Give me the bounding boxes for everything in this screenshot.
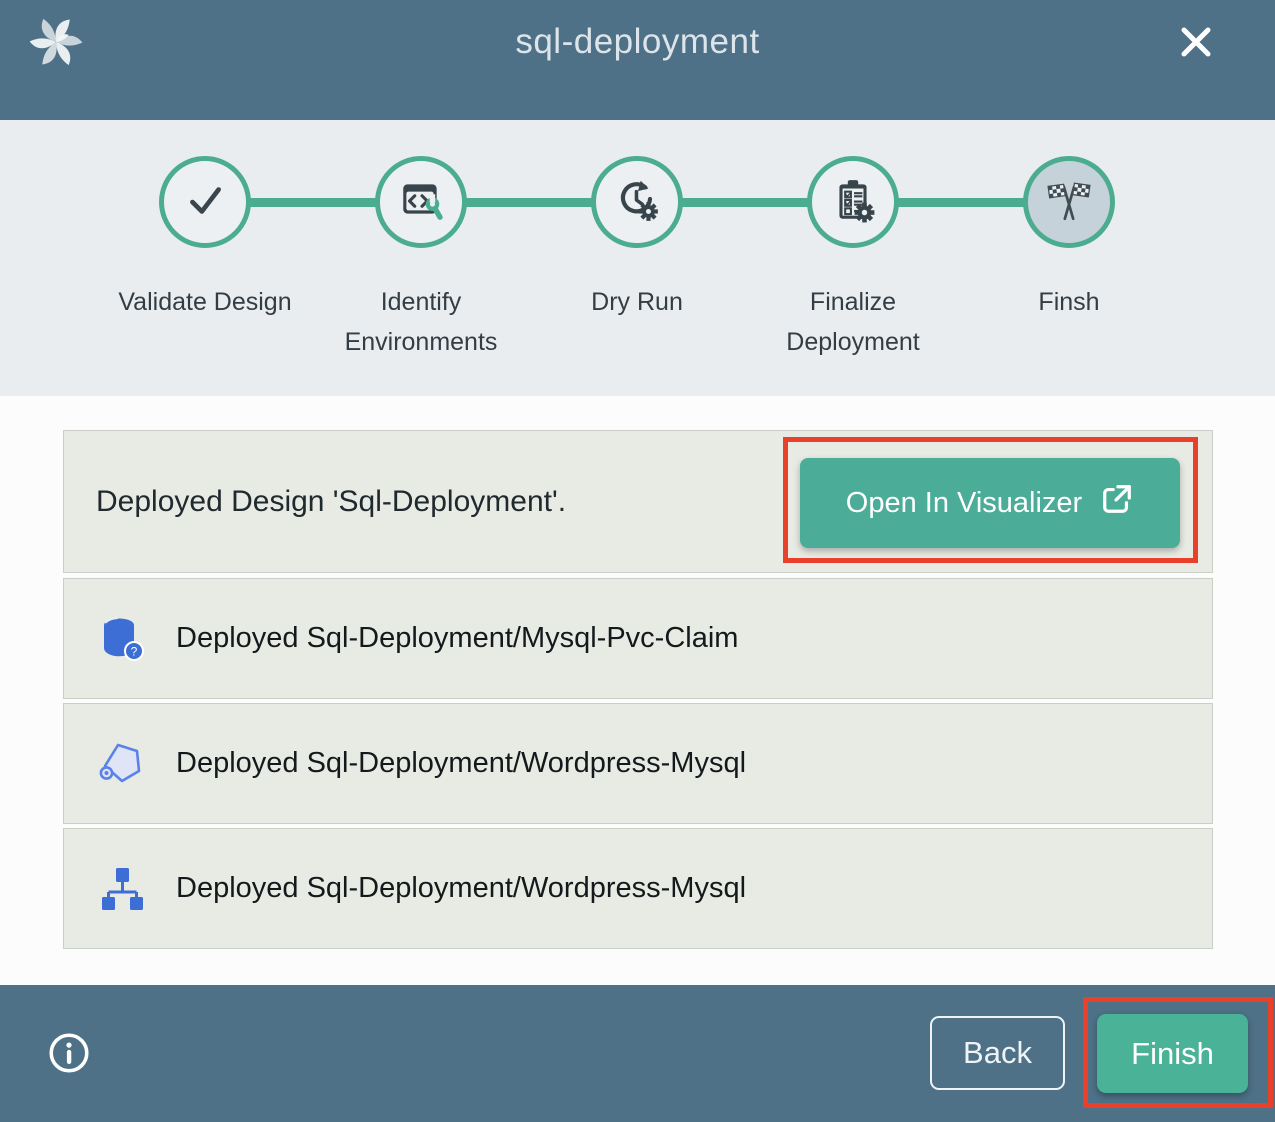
step-finalize-deployment[interactable] — [807, 156, 899, 248]
dry-run-icon — [613, 176, 661, 229]
step-identify-environments[interactable] — [375, 156, 467, 248]
modal-header: sql-deployment — [0, 0, 1275, 120]
step-connector — [893, 198, 1029, 207]
deployed-item-row: Deployed Sql-Deployment/Wordpress-Mysql — [63, 703, 1213, 824]
modal-footer: Back Finish — [0, 985, 1275, 1122]
deployed-item-text: Deployed Sql-Deployment/Wordpress-Mysql — [176, 747, 746, 780]
wizard-stepper: Validate Design Identify Environments — [0, 120, 1275, 396]
info-icon[interactable] — [46, 1030, 92, 1076]
open-in-visualizer-label: Open In Visualizer — [846, 487, 1082, 520]
deployed-item-text: Deployed Sql-Deployment/Wordpress-Mysql — [176, 872, 746, 905]
step-connector — [677, 198, 813, 207]
step-finish[interactable] — [1023, 156, 1115, 248]
pentagon-icon — [96, 738, 148, 790]
deployed-item-row: Deployed Sql-Deployment/Wordpress-Mysql — [63, 828, 1213, 949]
code-config-icon — [397, 176, 445, 229]
step-label-dry-run: Dry Run — [527, 282, 747, 322]
database-icon: ? — [96, 613, 148, 665]
step-connector — [461, 198, 597, 207]
finish-flags-icon — [1044, 175, 1094, 230]
step-label-validate-design: Validate Design — [95, 282, 315, 322]
deployment-wizard-modal: sql-deployment Validate Design — [0, 0, 1275, 1122]
svg-text:?: ? — [131, 644, 138, 658]
clipboard-gear-icon — [829, 176, 877, 229]
step-label-finalize-deployment: Finalize Deployment — [743, 282, 963, 362]
topology-icon — [96, 863, 148, 915]
step-label-finish: Finsh — [959, 282, 1179, 322]
step-validate-design[interactable] — [159, 156, 251, 248]
deployed-item-row: ? Deployed Sql-Deployment/Mysql-Pvc-Clai… — [63, 578, 1213, 699]
deployed-item-text: Deployed Sql-Deployment/Mysql-Pvc-Claim — [176, 622, 738, 655]
step-connector — [245, 198, 381, 207]
deployed-design-message: Deployed Design 'Sql-Deployment'. — [64, 485, 566, 519]
external-link-icon — [1100, 482, 1134, 524]
step-dry-run[interactable] — [591, 156, 683, 248]
modal-title: sql-deployment — [0, 22, 1275, 62]
close-icon[interactable] — [1170, 16, 1222, 68]
finish-button[interactable]: Finish — [1097, 1014, 1248, 1093]
check-icon — [182, 177, 228, 228]
open-in-visualizer-button[interactable]: Open In Visualizer — [800, 458, 1180, 548]
step-label-identify-environments: Identify Environments — [311, 282, 531, 362]
back-button[interactable]: Back — [930, 1016, 1065, 1090]
